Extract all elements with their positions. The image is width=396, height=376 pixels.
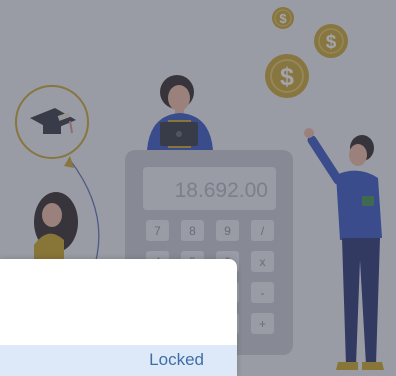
man-illustration bbox=[304, 128, 384, 370]
svg-text:$: $ bbox=[280, 63, 294, 91]
graduation-cap-badge bbox=[15, 85, 89, 159]
calculator-key: x bbox=[251, 251, 274, 272]
calculator-key: 8 bbox=[181, 220, 204, 241]
card-footer: Locked bbox=[0, 345, 237, 376]
svg-text:$: $ bbox=[279, 11, 287, 26]
calculator-key: 7 bbox=[146, 220, 169, 241]
woman-with-laptop-illustration bbox=[147, 75, 213, 150]
svg-text:8: 8 bbox=[189, 224, 196, 238]
svg-text:x: x bbox=[260, 255, 266, 269]
locked-status-label: Locked bbox=[149, 350, 204, 369]
calculator-display: 18.692.00 bbox=[175, 179, 268, 202]
calculator-key: + bbox=[251, 313, 274, 334]
svg-text:$: $ bbox=[326, 32, 337, 53]
svg-text:7: 7 bbox=[154, 224, 161, 238]
coin-large: $ bbox=[265, 54, 309, 98]
svg-text:-: - bbox=[261, 286, 265, 300]
svg-text:+: + bbox=[259, 317, 266, 331]
calculator-key: / bbox=[251, 220, 274, 241]
calculator-key: - bbox=[251, 282, 274, 303]
card-body bbox=[0, 259, 237, 345]
coin-small: $ bbox=[272, 7, 294, 29]
bottom-sheet-card: Locked bbox=[0, 259, 237, 376]
calculator-key: 9 bbox=[216, 220, 239, 241]
coin-medium: $ bbox=[314, 24, 348, 58]
svg-text:9: 9 bbox=[224, 224, 231, 238]
